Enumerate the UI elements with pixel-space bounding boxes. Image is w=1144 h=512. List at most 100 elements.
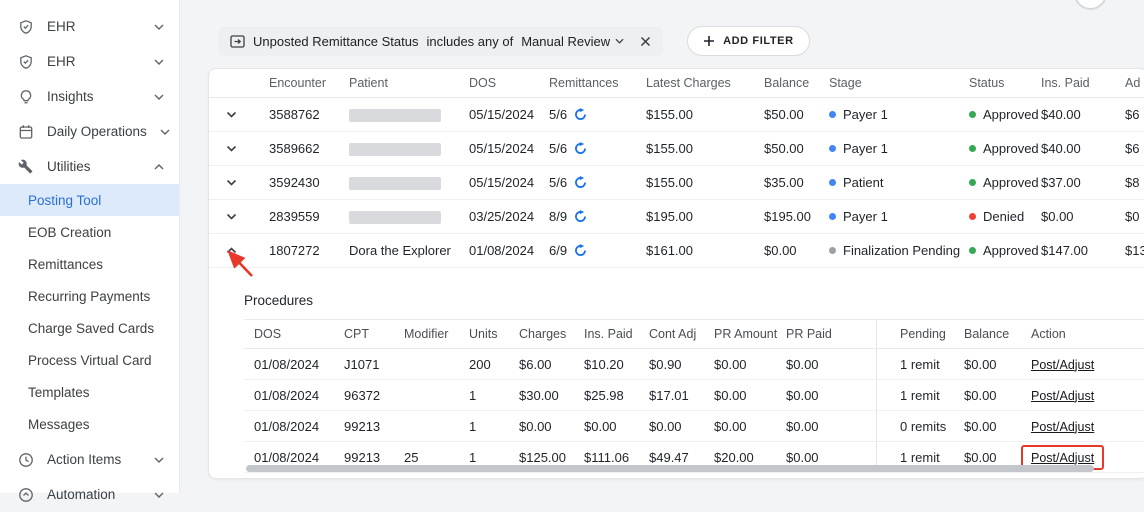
adjustments-cell: $13	[1125, 243, 1144, 258]
sidebar-item-messages[interactable]: Messages	[0, 408, 179, 440]
pending-cell: 1 remit	[876, 380, 964, 410]
encounter-row[interactable]: 3588762 05/15/2024 5/6 $155.00 $50.00 Pa…	[209, 98, 1144, 132]
post-adjust-link[interactable]: Post/Adjust	[1031, 358, 1094, 372]
remove-filter-icon[interactable]	[640, 36, 651, 47]
plus-icon	[703, 35, 715, 47]
add-filter-button[interactable]: ADD FILTER	[687, 26, 810, 56]
remittances-cell: 5/6	[549, 141, 646, 156]
ins-paid-cell: $25.98	[584, 387, 624, 403]
status-cell: Approved	[969, 243, 1041, 258]
stage-label: Patient	[843, 175, 884, 190]
encounter-row[interactable]: 3589662 05/15/2024 5/6 $155.00 $50.00 Pa…	[209, 132, 1144, 166]
sidebar-item-charge-saved-cards[interactable]: Charge Saved Cards	[0, 312, 179, 344]
dos-cell: 01/08/2024	[254, 356, 320, 372]
post-adjust-link[interactable]: Post/Adjust	[1031, 451, 1094, 465]
stage-cell: Payer 1	[829, 209, 969, 224]
sidebar-item-label: EHR	[47, 54, 76, 69]
stage-dot	[829, 111, 836, 118]
insights-icon	[17, 88, 34, 105]
sidebar-item-ehr-1[interactable]: EHR	[0, 9, 179, 44]
sidebar-item-ehr-2[interactable]: EHR	[0, 44, 179, 79]
col-patient: Patient	[349, 76, 388, 90]
procedure-row: 01/08/2024 96372 1 $30.00 $25.98 $17.01 …	[244, 380, 1144, 411]
stage-cell: Payer 1	[829, 141, 969, 156]
sidebar: EHR EHR Insights Daily Operations Utilit…	[0, 0, 180, 502]
pr-paid-cell: $0.00	[786, 449, 819, 465]
sidebar-item-remittances[interactable]: Remittances	[0, 248, 179, 280]
sidebar-item-process-virtual-card[interactable]: Process Virtual Card	[0, 344, 179, 376]
stage-label: Payer 1	[843, 209, 888, 224]
cpt-cell: 99213	[344, 449, 381, 465]
charges-cell: $30.00	[519, 387, 559, 403]
stage-label: Payer 1	[843, 107, 888, 122]
sidebar-item-recurring-payments[interactable]: Recurring Payments	[0, 280, 179, 312]
filter-value-label: Manual Review	[521, 33, 611, 49]
sidebar-item-utilities[interactable]: Utilities	[0, 149, 179, 184]
chevron-down-icon	[154, 24, 164, 30]
encounter-id: 2839559	[269, 209, 320, 224]
action-cell: Post/Adjust	[1031, 357, 1144, 372]
chevron-down-icon[interactable]	[226, 145, 237, 152]
shield-icon	[17, 18, 34, 35]
pr-amount-cell: $0.00	[714, 418, 747, 434]
remittances-cell: 6/9	[549, 243, 646, 258]
chevron-down-icon[interactable]	[226, 213, 237, 220]
encounter-row[interactable]: 3592430 05/15/2024 5/6 $155.00 $35.00 Pa…	[209, 166, 1144, 200]
col-cpt: CPT	[344, 327, 369, 341]
dos-cell: 01/08/2024	[469, 243, 535, 258]
horizontal-scrollbar[interactable]	[246, 465, 1094, 472]
cpt-cell: 99213	[344, 418, 381, 434]
ins-paid-cell: $111.06	[584, 449, 630, 465]
col-status: Status	[969, 76, 1005, 90]
pr-paid-cell: $0.00	[786, 418, 819, 434]
procedure-row: 01/08/2024 J1071 200 $6.00 $10.20 $0.90 …	[244, 349, 1144, 380]
filter-value-dropdown[interactable]: Manual Review	[521, 34, 624, 49]
pr-amount-cell: $0.00	[714, 356, 747, 372]
encounter-row-expanded[interactable]: 1807272 Dora the Explorer 01/08/2024 6/9…	[209, 234, 1144, 268]
sidebar-item-posting-tool[interactable]: Posting Tool	[0, 184, 179, 216]
remittances-cell: 5/6	[549, 107, 646, 122]
sidebar-item-label: Utilities	[47, 159, 91, 174]
status-dot	[969, 145, 976, 152]
remittances-count: 5/6	[549, 107, 568, 122]
stage-dot	[829, 145, 836, 152]
balance-cell: $35.00	[764, 175, 804, 190]
remittances-cell: 8/9	[549, 209, 646, 224]
encounter-id: 1807272	[269, 243, 320, 258]
chevron-down-icon[interactable]	[226, 111, 237, 118]
sidebar-item-daily-operations[interactable]: Daily Operations	[0, 114, 179, 149]
col-dos: DOS	[254, 327, 282, 341]
post-adjust-link[interactable]: Post/Adjust	[1031, 420, 1094, 434]
sidebar-item-label: Insights	[47, 89, 94, 104]
ins-paid-cell: $0.00	[584, 418, 617, 434]
sidebar-item-automation[interactable]: Automation	[0, 477, 179, 512]
add-filter-label: ADD FILTER	[723, 35, 794, 47]
dos-cell: 05/15/2024	[469, 175, 535, 190]
status-dot	[969, 179, 976, 186]
sync-icon	[574, 142, 587, 155]
adjustments-cell: $6	[1125, 107, 1140, 122]
modifier-cell: 25	[404, 449, 419, 465]
post-adjust-link[interactable]: Post/Adjust	[1031, 389, 1094, 403]
filter-chip[interactable]: Unposted Remittance Status includes any …	[218, 26, 664, 56]
col-dos: DOS	[469, 76, 497, 90]
sidebar-item-eob-creation[interactable]: EOB Creation	[0, 216, 179, 248]
dos-cell: 05/15/2024	[469, 141, 535, 156]
pr-amount-cell: $0.00	[714, 387, 747, 403]
sidebar-item-action-items[interactable]: Action Items	[0, 442, 179, 477]
balance-cell: $0.00	[764, 243, 797, 258]
chevron-down-icon[interactable]	[226, 179, 237, 186]
units-cell: 1	[469, 387, 477, 403]
encounter-row[interactable]: 2839559 03/25/2024 8/9 $195.00 $195.00 P…	[209, 200, 1144, 234]
sidebar-item-label: Automation	[47, 487, 116, 502]
patient-cell	[349, 209, 469, 225]
col-pr-paid: PR Paid	[786, 327, 832, 341]
col-ins-paid: Ins. Paid	[584, 327, 633, 341]
sidebar-item-templates[interactable]: Templates	[0, 376, 179, 408]
avatar[interactable]	[1074, 0, 1107, 10]
ins-paid-cell: $40.00	[1041, 141, 1081, 156]
col-balance: Balance	[764, 76, 810, 90]
patient-redacted	[349, 143, 441, 157]
col-units: Units	[469, 327, 498, 341]
sidebar-item-insights[interactable]: Insights	[0, 79, 179, 114]
